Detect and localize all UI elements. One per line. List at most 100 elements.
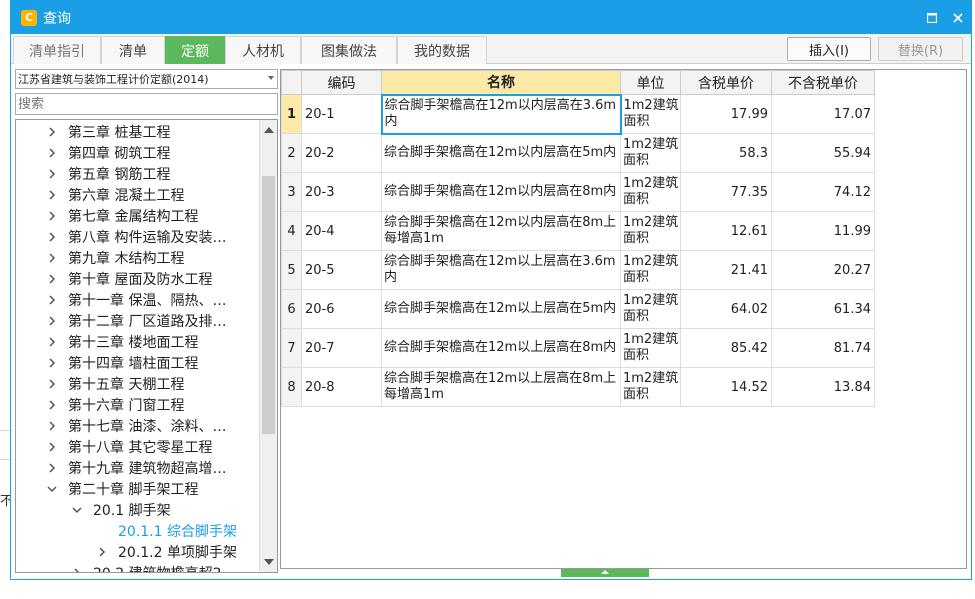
tab-my-data[interactable]: 我的数据 [397, 36, 487, 64]
tax-price-cell[interactable]: 85.42 [680, 328, 772, 368]
tree-scrollbar[interactable] [259, 120, 277, 572]
tab-bill[interactable]: 清单 [101, 36, 165, 64]
chevron-right-icon[interactable] [46, 189, 58, 201]
tax-price-cell[interactable]: 58.3 [680, 133, 772, 173]
chevron-right-icon[interactable] [46, 462, 58, 474]
name-cell[interactable]: 综合脚手架檐高在12m以内层高在8m上每增高1m [381, 211, 621, 251]
replace-button[interactable]: 替换(R) [878, 37, 963, 61]
col-code-header[interactable]: 编码 [301, 70, 382, 95]
tab-quota[interactable]: 定额 [165, 36, 225, 64]
chevron-right-icon[interactable] [46, 336, 58, 348]
table-row[interactable]: 5 20-5 综合脚手架檐高在12m以上层高在3.6m内 1m2建筑面积 21.41 20… [281, 250, 875, 290]
name-cell[interactable]: 综合脚手架檐高在12m以上层高在3.6m内 [381, 250, 621, 290]
tree-item[interactable]: 第五章 钢筋工程 [46, 163, 170, 184]
code-cell[interactable]: 20-3 [301, 172, 382, 212]
table-row[interactable]: 6 20-6 综合脚手架檐高在12m以上层高在5m内 1m2建筑面积 64.02 61.3… [281, 289, 875, 329]
tree-item[interactable]: 第二十章 脚手架工程 [46, 478, 198, 499]
col-name-header[interactable]: 名称 [381, 70, 621, 95]
col-unit-header[interactable]: 单位 [620, 70, 681, 95]
tab-bill-guide[interactable]: 清单指引 [13, 36, 101, 64]
tab-labor-material-machine[interactable]: 人材机 [225, 36, 301, 64]
unit-cell[interactable]: 1m2建筑面积 [620, 289, 681, 329]
tax-price-cell[interactable]: 64.02 [680, 289, 772, 329]
col-tax-price-header[interactable]: 含税单价 [680, 70, 772, 95]
table-row[interactable]: 4 20-4 综合脚手架檐高在12m以内层高在8m上每增高1m 1m2建筑面积 12.6… [281, 211, 875, 251]
code-cell[interactable]: 20-1 [301, 94, 382, 134]
tax-price-cell[interactable]: 12.61 [680, 211, 772, 251]
unit-cell[interactable]: 1m2建筑面积 [620, 250, 681, 290]
unit-cell[interactable]: 1m2建筑面积 [620, 328, 681, 368]
notax-price-cell[interactable]: 17.07 [771, 94, 875, 134]
chevron-right-icon[interactable] [46, 252, 58, 264]
tree-item[interactable]: 20.1.2 单项脚手架 [96, 541, 237, 562]
col-notax-price-header[interactable]: 不含税单价 [771, 70, 875, 95]
name-cell[interactable]: 综合脚手架檐高在12m以上层高在8m内 [381, 328, 621, 368]
chevron-down-icon[interactable] [71, 504, 83, 516]
tree-item[interactable]: 20.1 脚手架 [71, 499, 171, 520]
tax-price-cell[interactable]: 21.41 [680, 250, 772, 290]
notax-price-cell[interactable]: 11.99 [771, 211, 875, 251]
scroll-down-icon[interactable] [264, 559, 274, 565]
table-row[interactable]: 1 20-1 综合脚手架檐高在12m以内层高在3.6m内 1m2建筑面积 17.99 17… [281, 93, 875, 135]
name-cell[interactable]: 综合脚手架檐高在12m以内层高在5m内 [381, 133, 621, 173]
tree-item[interactable]: 第十二章 厂区道路及排… [46, 310, 226, 331]
code-cell[interactable]: 20-8 [301, 367, 382, 407]
scroll-up-icon[interactable] [264, 127, 274, 133]
chevron-right-icon[interactable] [46, 273, 58, 285]
name-cell[interactable]: 综合脚手架檐高在12m以内层高在3.6m内 [380, 93, 622, 135]
row-number[interactable]: 3 [281, 172, 302, 212]
table-row[interactable]: 2 20-2 综合脚手架檐高在12m以内层高在5m内 1m2建筑面积 58.3 55.94 [281, 133, 875, 173]
tree-item[interactable]: 第三章 桩基工程 [46, 121, 170, 142]
chevron-right-icon[interactable] [46, 147, 58, 159]
chevron-right-icon[interactable] [71, 567, 83, 572]
row-number[interactable]: 7 [281, 328, 302, 368]
table-row[interactable]: 8 20-8 综合脚手架檐高在12m以上层高在8m上每增高1m 1m2建筑面积 14.5… [281, 367, 875, 407]
row-number[interactable]: 6 [281, 289, 302, 329]
tree-item[interactable]: 20.2 建筑物檐高超2… [71, 562, 236, 572]
code-cell[interactable]: 20-4 [301, 211, 382, 251]
row-number[interactable]: 1 [281, 94, 302, 134]
notax-price-cell[interactable]: 13.84 [771, 367, 875, 407]
chevron-right-icon[interactable] [46, 441, 58, 453]
table-row[interactable]: 7 20-7 综合脚手架檐高在12m以上层高在8m内 1m2建筑面积 85.42 81.7… [281, 328, 875, 368]
tree-item[interactable]: 第十四章 墙柱面工程 [46, 352, 198, 373]
tax-price-cell[interactable]: 77.35 [680, 172, 772, 212]
notax-price-cell[interactable]: 74.12 [771, 172, 875, 212]
notax-price-cell[interactable]: 20.27 [771, 250, 875, 290]
chevron-right-icon[interactable] [46, 126, 58, 138]
collapse-panel-button[interactable] [561, 569, 649, 577]
row-number[interactable]: 2 [281, 133, 302, 173]
chevron-right-icon[interactable] [46, 210, 58, 222]
unit-cell[interactable]: 1m2建筑面积 [620, 211, 681, 251]
tree-item[interactable]: 第九章 木结构工程 [46, 247, 184, 268]
row-number[interactable]: 5 [281, 250, 302, 290]
maximize-icon[interactable] [919, 8, 945, 28]
unit-cell[interactable]: 1m2建筑面积 [620, 133, 681, 173]
chevron-right-icon[interactable] [46, 420, 58, 432]
tree-item[interactable]: 第十七章 油漆、涂料、… [46, 415, 226, 436]
notax-price-cell[interactable]: 81.74 [771, 328, 875, 368]
search-input[interactable] [15, 93, 278, 115]
quota-library-select[interactable]: 江苏省建筑与装饰工程计价定额(2014) [15, 69, 278, 89]
tab-atlas-method[interactable]: 图集做法 [301, 36, 397, 64]
tree-item[interactable]: 第十章 屋面及防水工程 [46, 268, 212, 289]
scroll-thumb[interactable] [262, 176, 275, 434]
chevron-right-icon[interactable] [46, 399, 58, 411]
unit-cell[interactable]: 1m2建筑面积 [620, 367, 681, 407]
tree-item[interactable]: 第十八章 其它零星工程 [46, 436, 212, 457]
insert-button[interactable]: 插入(I) [787, 37, 871, 61]
tax-price-cell[interactable]: 17.99 [680, 94, 772, 134]
code-cell[interactable]: 20-5 [301, 250, 382, 290]
chevron-right-icon[interactable] [46, 315, 58, 327]
tax-price-cell[interactable]: 14.52 [680, 367, 772, 407]
chevron-right-icon[interactable] [46, 378, 58, 390]
table-row[interactable]: 3 20-3 综合脚手架檐高在12m以内层高在8m内 1m2建筑面积 77.35 74.1… [281, 172, 875, 212]
code-cell[interactable]: 20-6 [301, 289, 382, 329]
close-icon[interactable] [945, 8, 971, 28]
chevron-right-icon[interactable] [96, 546, 108, 558]
tree-item[interactable]: 第十六章 门窗工程 [46, 394, 184, 415]
chevron-down-icon[interactable] [46, 483, 58, 495]
chevron-right-icon[interactable] [46, 294, 58, 306]
name-cell[interactable]: 综合脚手架檐高在12m以上层高在5m内 [381, 289, 621, 329]
chevron-right-icon[interactable] [46, 231, 58, 243]
